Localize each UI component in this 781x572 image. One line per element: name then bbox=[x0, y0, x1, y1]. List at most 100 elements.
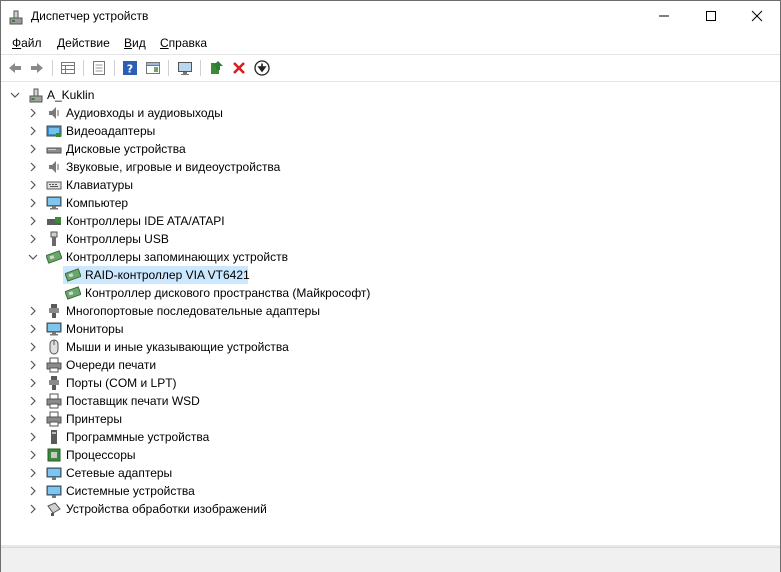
svg-text:?: ? bbox=[127, 63, 133, 76]
back-button[interactable] bbox=[5, 58, 25, 78]
properties-grid-button[interactable] bbox=[58, 58, 78, 78]
chevron-right-icon[interactable] bbox=[28, 180, 38, 190]
chevron-right-icon[interactable] bbox=[28, 162, 38, 172]
category-label: Клавиатуры bbox=[66, 178, 133, 192]
raid-icon bbox=[65, 268, 81, 282]
category-row[interactable]: Контроллеры IDE ATA/ATAPI bbox=[1, 212, 780, 230]
category-label: Программные устройства bbox=[66, 430, 210, 444]
storage-controller-icon bbox=[46, 250, 62, 264]
help-button[interactable]: ? bbox=[120, 58, 140, 78]
category-row[interactable]: Дисковые устройства bbox=[1, 140, 780, 158]
scan-hardware-button[interactable] bbox=[175, 58, 195, 78]
chevron-right-icon[interactable] bbox=[28, 216, 38, 226]
category-row[interactable]: Мыши и иные указывающие устройства bbox=[1, 338, 780, 356]
category-label: Порты (COM и LPT) bbox=[66, 376, 177, 390]
computer-root-icon bbox=[29, 88, 43, 103]
chevron-right-icon[interactable] bbox=[28, 108, 38, 118]
chevron-right-icon[interactable] bbox=[28, 450, 38, 460]
device-label: RAID-контроллер VIA VT6421 bbox=[85, 268, 250, 282]
category-label: Аудиовходы и аудиовыходы bbox=[66, 106, 223, 120]
forward-button[interactable] bbox=[27, 58, 47, 78]
category-row[interactable]: Системные устройства bbox=[1, 482, 780, 500]
category-row[interactable]: Принтеры bbox=[1, 410, 780, 428]
category-label: Сетевые адаптеры bbox=[66, 466, 173, 480]
update-driver-button[interactable] bbox=[206, 58, 226, 78]
menu-view[interactable]: Вид bbox=[124, 36, 146, 50]
category-row[interactable]: Очереди печати bbox=[1, 356, 780, 374]
category-label: Компьютер bbox=[66, 196, 129, 210]
chevron-right-icon[interactable] bbox=[28, 144, 38, 154]
install-button[interactable] bbox=[252, 58, 272, 78]
title-bar: Диспетчер устройств bbox=[1, 1, 780, 31]
chevron-right-icon[interactable] bbox=[28, 414, 38, 424]
category-label: Системные устройства bbox=[66, 484, 195, 498]
minimize-icon bbox=[659, 15, 669, 17]
chevron-right-icon[interactable] bbox=[28, 396, 38, 406]
chevron-right-icon[interactable] bbox=[28, 342, 38, 352]
chevron-right-icon[interactable] bbox=[28, 468, 38, 478]
properties-page-icon bbox=[93, 61, 105, 75]
menu-action[interactable]: Действие bbox=[57, 36, 110, 50]
close-icon bbox=[751, 10, 763, 22]
category-label: Устройства обработки изображений bbox=[66, 502, 267, 516]
view-icon bbox=[146, 62, 160, 74]
chevron-right-icon[interactable] bbox=[28, 378, 38, 388]
view-button[interactable] bbox=[143, 58, 163, 78]
chevron-right-icon[interactable] bbox=[28, 360, 38, 370]
toolbar-separator bbox=[168, 60, 169, 76]
category-row[interactable]: Аудиовходы и аудиовыходы bbox=[1, 104, 780, 122]
maximize-button[interactable] bbox=[688, 1, 734, 31]
system-device-icon bbox=[46, 485, 62, 498]
close-button[interactable] bbox=[734, 1, 780, 31]
properties-page-button[interactable] bbox=[89, 58, 109, 78]
tree-root-row[interactable]: A_Kuklin bbox=[1, 86, 780, 104]
category-label: Поставщик печати WSD bbox=[66, 394, 200, 408]
chevron-right-icon[interactable] bbox=[28, 198, 38, 208]
remove-device-button[interactable] bbox=[229, 58, 249, 78]
category-row[interactable]: Звуковые, игровые и видеоустройства bbox=[1, 158, 780, 176]
category-row[interactable]: Поставщик печати WSD bbox=[1, 392, 780, 410]
chevron-right-icon[interactable] bbox=[28, 432, 38, 442]
category-label: Принтеры bbox=[66, 412, 122, 426]
chevron-down-icon[interactable] bbox=[28, 252, 38, 262]
category-row[interactable]: Многопортовые последовательные адаптеры bbox=[1, 302, 780, 320]
category-row[interactable]: Программные устройства bbox=[1, 428, 780, 446]
category-label: Звуковые, игровые и видеоустройства bbox=[66, 160, 281, 174]
category-row[interactable]: Мониторы bbox=[1, 320, 780, 338]
menu-file[interactable]: Файл bbox=[12, 36, 42, 50]
category-row-expanded[interactable]: Контроллеры запоминающих устройств bbox=[1, 248, 780, 266]
category-row[interactable]: Компьютер bbox=[1, 194, 780, 212]
menu-help[interactable]: Справка bbox=[160, 36, 207, 50]
category-row[interactable]: Клавиатуры bbox=[1, 176, 780, 194]
chevron-right-icon[interactable] bbox=[28, 486, 38, 496]
audio-icon bbox=[49, 107, 59, 119]
category-row[interactable]: Порты (COM и LPT) bbox=[1, 374, 780, 392]
category-row[interactable]: Процессоры bbox=[1, 446, 780, 464]
category-label: Контроллеры IDE ATA/ATAPI bbox=[66, 214, 225, 228]
device-tree: A_Kuklin Аудиовходы и аудиовыходы Видеоа… bbox=[1, 83, 780, 545]
multiport-icon bbox=[49, 304, 59, 318]
raid-icon bbox=[65, 286, 81, 300]
category-row[interactable]: Сетевые адаптеры bbox=[1, 464, 780, 482]
category-label: Дисковые устройства bbox=[66, 142, 186, 156]
port-icon bbox=[49, 376, 59, 390]
network-adapter-icon bbox=[46, 467, 62, 480]
device-row[interactable]: Контроллер дискового пространства (Майкр… bbox=[1, 284, 780, 302]
toolbar-separator bbox=[114, 60, 115, 76]
category-label: Контроллеры USB bbox=[66, 232, 169, 246]
chevron-right-icon[interactable] bbox=[28, 126, 38, 136]
device-row-selected[interactable]: RAID-контроллер VIA VT6421 bbox=[1, 266, 780, 284]
chevron-right-icon[interactable] bbox=[28, 234, 38, 244]
toolbar-separator bbox=[52, 60, 53, 76]
category-row[interactable]: Устройства обработки изображений bbox=[1, 500, 780, 518]
forward-icon bbox=[31, 63, 43, 73]
chevron-right-icon[interactable] bbox=[28, 324, 38, 334]
category-row[interactable]: Контроллеры USB bbox=[1, 230, 780, 248]
category-label: Очереди печати bbox=[66, 358, 157, 372]
chevron-right-icon[interactable] bbox=[28, 504, 38, 514]
category-row[interactable]: Видеоадаптеры bbox=[1, 122, 780, 140]
chevron-down-icon[interactable] bbox=[10, 90, 20, 100]
minimize-button[interactable] bbox=[641, 1, 687, 31]
category-label: Контроллеры запоминающих устройств bbox=[66, 250, 288, 264]
chevron-right-icon[interactable] bbox=[28, 306, 38, 316]
